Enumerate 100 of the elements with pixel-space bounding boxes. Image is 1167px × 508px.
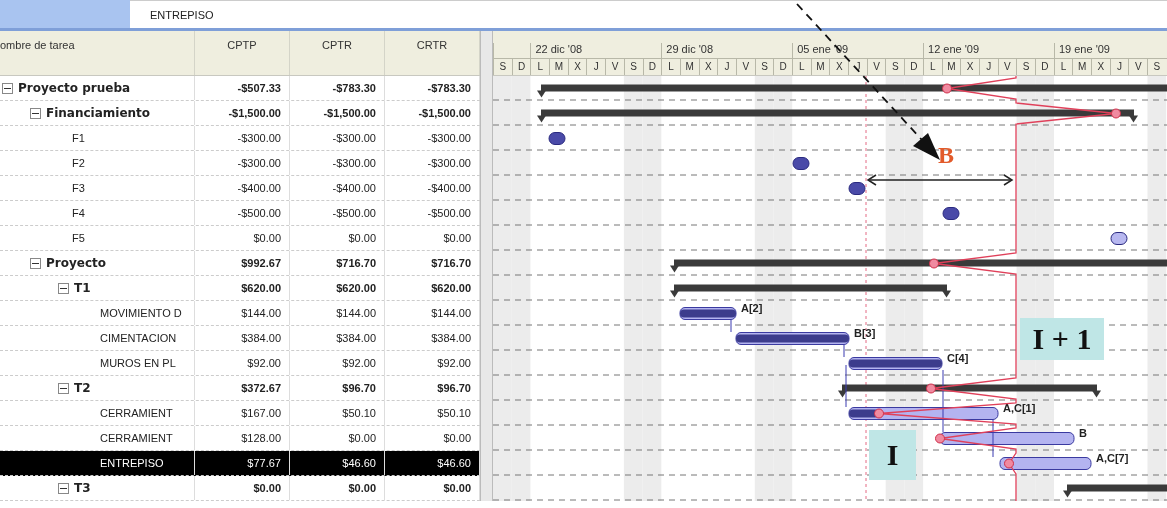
task-row[interactable]: F3 -$400.00 -$400.00 -$400.00	[0, 176, 480, 201]
week-label: 29 dic '08	[661, 43, 793, 59]
day-label: X	[567, 59, 587, 75]
bar-label: A[2]	[741, 301, 763, 314]
column-header[interactable]: ombre de tarea	[0, 31, 195, 75]
task-bar	[679, 307, 737, 320]
bar-label: B	[1079, 426, 1087, 439]
day-label: S	[1016, 59, 1035, 75]
task-row[interactable]: F4 -$500.00 -$500.00 -$500.00	[0, 201, 480, 226]
cost-cell: $92.00	[195, 351, 290, 375]
cost-cell: $992.67	[195, 251, 290, 275]
task-name: T1	[74, 281, 91, 295]
day-label: D	[773, 59, 792, 75]
cost-cell: $0.00	[195, 226, 290, 250]
day-label: D	[904, 59, 923, 75]
collapse-icon[interactable]	[30, 107, 41, 119]
milestone-marker	[548, 132, 566, 145]
task-row[interactable]: CIMENTACION $384.00 $384.00 $384.00	[0, 326, 480, 351]
week-label: 12 ene '09	[923, 43, 1054, 59]
task-row[interactable]: MUROS EN PL $92.00 $92.00 $92.00	[0, 351, 480, 376]
day-label: M	[549, 59, 568, 75]
day-label: D	[642, 59, 662, 75]
progress-marker	[1111, 108, 1121, 119]
task-name: CIMENTACION	[100, 332, 177, 344]
day-label: L	[530, 59, 550, 75]
day-label: M	[679, 59, 699, 75]
entry-field[interactable]: ENTREPISO	[130, 0, 1167, 28]
collapse-icon[interactable]	[30, 257, 41, 269]
week-header-cell	[493, 43, 531, 59]
collapse-icon[interactable]	[58, 482, 69, 494]
day-label: J	[717, 59, 736, 75]
day-label: J	[586, 59, 606, 75]
milestone-marker	[1110, 232, 1128, 245]
cost-cell: $620.00	[290, 276, 385, 300]
column-header[interactable]: CPTP	[195, 31, 290, 75]
task-name: F2	[72, 157, 85, 169]
day-label: V	[735, 59, 755, 75]
week-label: 05 ene '09	[792, 43, 924, 59]
task-row[interactable]: F1 -$300.00 -$300.00 -$300.00	[0, 126, 480, 151]
day-label: X	[829, 59, 849, 75]
day-label: M	[941, 59, 961, 75]
collapse-icon[interactable]	[58, 382, 69, 394]
task-row[interactable]: CERRAMIENT $128.00 $0.00 $0.00	[0, 426, 480, 451]
bar-label: C[4]	[947, 351, 969, 364]
cost-cell: $128.00	[195, 426, 290, 450]
day-label: X	[960, 59, 979, 75]
cost-cell: -$300.00	[290, 151, 385, 175]
task-row[interactable]: ENTREPISO $77.67 $46.60 $46.60	[0, 451, 480, 476]
day-label: S	[1147, 59, 1166, 75]
task-name: ENTREPISO	[100, 457, 164, 469]
day-label: S	[493, 59, 512, 75]
task-row[interactable]: Financiamiento -$1,500.00 -$1,500.00 -$1,500.00	[0, 101, 480, 126]
day-label: X	[698, 59, 718, 75]
day-label: V	[605, 59, 624, 75]
day-label: L	[661, 59, 680, 75]
task-row[interactable]: T2 $372.67 $96.70 $96.70	[0, 376, 480, 401]
day-label: M	[810, 59, 830, 75]
day-label: S	[623, 59, 643, 75]
cost-cell: -$500.00	[290, 201, 385, 225]
milestone-marker	[848, 182, 866, 195]
day-label: X	[1091, 59, 1110, 75]
cost-cell: $620.00	[195, 276, 290, 300]
cost-cell: -$400.00	[290, 176, 385, 200]
cost-cell: $0.00	[195, 476, 290, 500]
cost-cell: $144.00	[290, 301, 385, 325]
task-name: MUROS EN PL	[100, 357, 176, 369]
task-row[interactable]: T3 $0.00 $0.00 $0.00	[0, 476, 480, 501]
task-name: F4	[72, 207, 85, 219]
task-row[interactable]: T1 $620.00 $620.00 $620.00	[0, 276, 480, 301]
task-row[interactable]: F5 $0.00 $0.00 $0.00	[0, 226, 480, 251]
collapse-icon[interactable]	[2, 82, 13, 94]
annotation-letter: B	[937, 140, 955, 170]
week-label: 22 dic '08	[530, 43, 662, 59]
task-name: MOVIMIENTO D	[100, 307, 182, 319]
task-name: F1	[72, 132, 85, 144]
day-label: D	[1034, 59, 1054, 75]
day-label: S	[754, 59, 774, 75]
day-label: D	[511, 59, 531, 75]
column-header[interactable]: CPTR	[290, 31, 385, 75]
task-row[interactable]: MOVIMIENTO D $144.00 $144.00 $144.00	[0, 301, 480, 326]
day-label: S	[885, 59, 905, 75]
annotation-box: I	[869, 430, 916, 480]
cost-cell: $96.70	[290, 376, 385, 400]
day-label: V	[1128, 59, 1148, 75]
task-row[interactable]: CERRAMIENT $167.00 $50.10 $50.10	[0, 401, 480, 426]
collapse-icon[interactable]	[58, 282, 69, 294]
task-row[interactable]: F2 -$300.00 -$300.00 -$300.00	[0, 151, 480, 176]
cost-cell: $77.67	[195, 451, 290, 475]
milestone-marker	[942, 207, 960, 220]
cost-cell: -$300.00	[195, 126, 290, 150]
task-name: F5	[72, 232, 85, 244]
milestone-marker	[792, 157, 810, 170]
task-row[interactable]: Proyecto $992.67 $716.70 $716.70	[0, 251, 480, 276]
task-name: CERRAMIENT	[100, 407, 173, 419]
cost-cell: $716.70	[290, 251, 385, 275]
cost-cell: $0.00	[290, 226, 385, 250]
task-row[interactable]: Proyecto prueba -$507.33 -$783.30 -$783.30	[0, 76, 480, 101]
day-label: L	[792, 59, 811, 75]
bar-label: B[3]	[854, 326, 876, 339]
progress-marker	[1004, 458, 1014, 469]
